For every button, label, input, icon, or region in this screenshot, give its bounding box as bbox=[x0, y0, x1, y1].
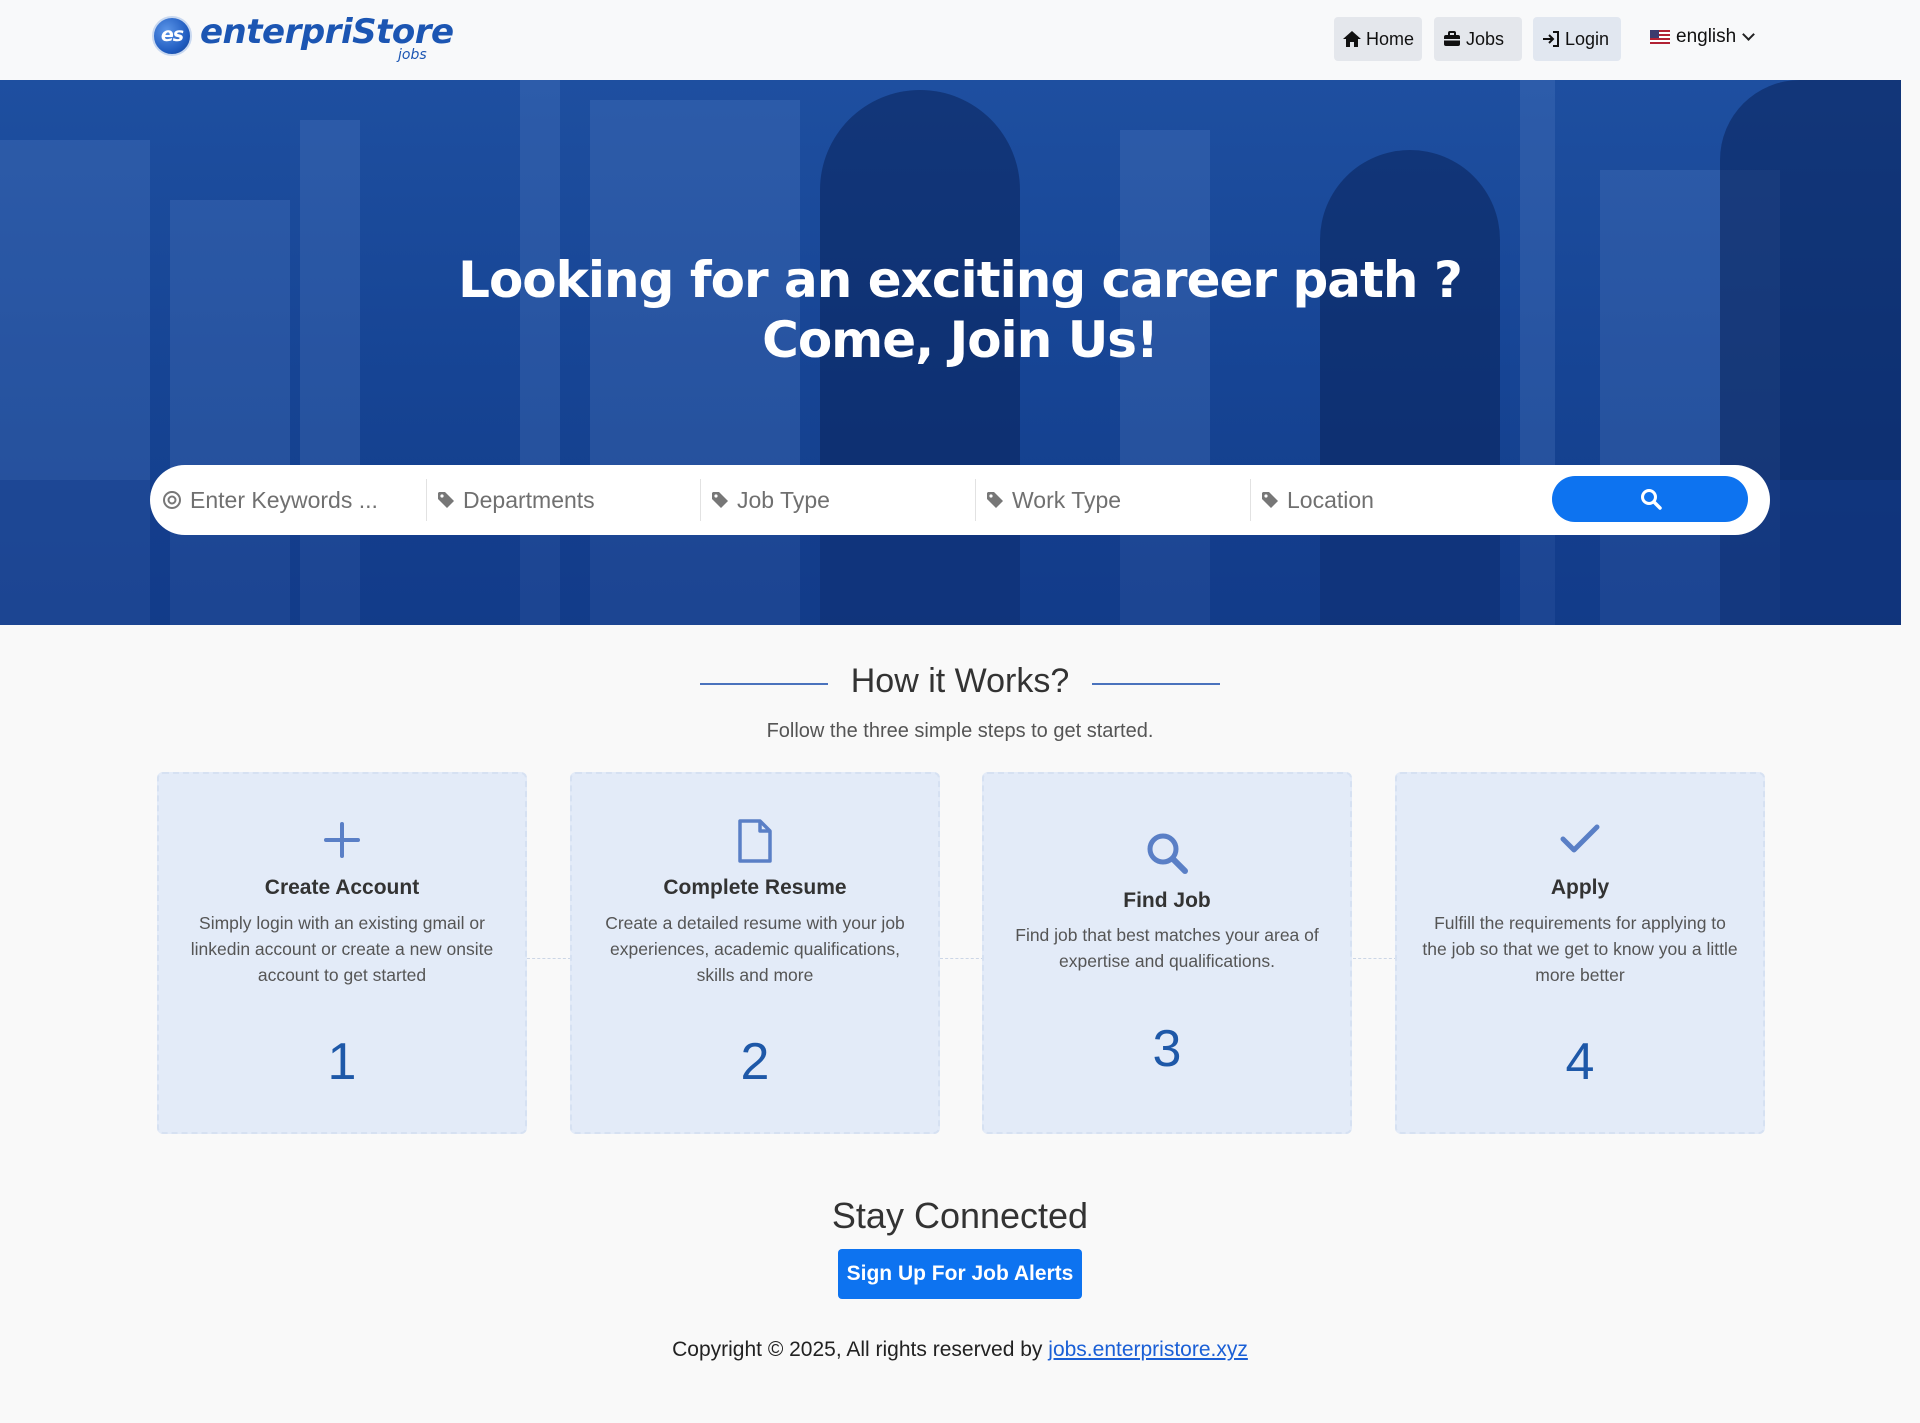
departments-select[interactable]: Departments bbox=[426, 479, 698, 521]
job-search-bar: Enter Keywords ... Departments Job Type … bbox=[150, 465, 1770, 535]
step-connector bbox=[527, 958, 571, 959]
title-line-right bbox=[1092, 683, 1220, 685]
hero-banner: Looking for an exciting career path ? Co… bbox=[0, 80, 1901, 625]
language-label: english bbox=[1676, 26, 1737, 47]
how-it-works-title: How it Works? bbox=[850, 662, 1070, 700]
job-type-select[interactable]: Job Type bbox=[700, 479, 972, 521]
footer: Copyright © 2025, All rights reserved by… bbox=[0, 1338, 1920, 1362]
check-icon bbox=[1560, 824, 1600, 853]
sign-in-icon bbox=[1543, 31, 1559, 47]
tag-icon bbox=[1262, 492, 1278, 508]
location-select[interactable]: Location bbox=[1250, 479, 1522, 521]
step-title: Complete Resume bbox=[663, 876, 847, 899]
stay-connected-title: Stay Connected bbox=[831, 1195, 1089, 1236]
step-number: 2 bbox=[740, 1033, 770, 1091]
nav-login-label: Login bbox=[1565, 28, 1610, 49]
tag-icon bbox=[987, 492, 1003, 508]
job-alerts-signup-button[interactable]: Sign Up For Job Alerts bbox=[838, 1249, 1082, 1299]
logo-badge: es bbox=[152, 16, 192, 56]
step-connector bbox=[940, 958, 984, 959]
how-it-works-subtitle: Follow the three simple steps to get sta… bbox=[766, 720, 1154, 742]
file-icon bbox=[738, 819, 772, 863]
logo-subtitle: jobs bbox=[398, 47, 427, 63]
step-description: Create a detailed resume with your job e… bbox=[605, 913, 905, 985]
step-description: Find job that best matches your area of … bbox=[1015, 925, 1319, 971]
location-label: Location bbox=[1287, 486, 1374, 513]
step-title: Apply bbox=[1550, 876, 1610, 899]
step-card-apply: Apply Fulfill the requirements for apply… bbox=[1395, 772, 1765, 1134]
plus-icon bbox=[324, 822, 360, 858]
copyright-text: Copyright © 2025, All rights reserved by bbox=[672, 1338, 1043, 1361]
nav-home-label: Home bbox=[1365, 28, 1414, 49]
step-connector bbox=[1353, 958, 1397, 959]
hero-subtitle: Come, Join Us! bbox=[762, 311, 1159, 369]
nav-home-button[interactable]: Home bbox=[1334, 17, 1422, 61]
step-card-find-job: Find Job Find job that best matches your… bbox=[982, 772, 1352, 1134]
tag-icon bbox=[712, 492, 728, 508]
nav-jobs-button[interactable]: Jobs bbox=[1434, 17, 1522, 61]
top-navbar: es enterpriStore jobs Home Jobs Login en… bbox=[0, 0, 1920, 80]
nav-login-button[interactable]: Login bbox=[1533, 17, 1621, 61]
keywords-placeholder: Enter Keywords ... bbox=[190, 486, 378, 513]
language-selector[interactable]: english bbox=[1650, 26, 1756, 48]
work-type-select[interactable]: Work Type bbox=[975, 479, 1247, 521]
step-number: 4 bbox=[1565, 1033, 1595, 1091]
briefcase-icon bbox=[1444, 31, 1460, 46]
nav-jobs-label: Jobs bbox=[1466, 28, 1505, 49]
site-link[interactable]: jobs.enterpristore.xyz bbox=[1048, 1338, 1248, 1361]
tag-icon bbox=[438, 492, 454, 508]
chevron-down-icon bbox=[1742, 28, 1756, 41]
step-title: Find Job bbox=[1123, 889, 1211, 912]
step-description: Simply login with an existing gmail or l… bbox=[190, 913, 494, 985]
work-type-label: Work Type bbox=[1012, 486, 1122, 513]
target-icon bbox=[163, 491, 181, 509]
step-number: 3 bbox=[1152, 1020, 1182, 1078]
step-card-complete-resume: Complete Resume Create a detailed resume… bbox=[570, 772, 940, 1134]
step-number: 1 bbox=[327, 1033, 357, 1091]
step-card-create-account: Create Account Simply login with an exis… bbox=[157, 772, 527, 1134]
home-icon bbox=[1342, 31, 1361, 47]
logo-wordmark: enterpriStore bbox=[200, 12, 454, 52]
step-description: Fulfill the requirements for applying to… bbox=[1422, 913, 1738, 985]
search-icon bbox=[1641, 489, 1662, 510]
step-title: Create Account bbox=[264, 876, 420, 899]
keywords-input[interactable]: Enter Keywords ... bbox=[162, 479, 424, 521]
hero-title: Looking for an exciting career path ? bbox=[458, 251, 1463, 309]
search-icon bbox=[1147, 833, 1188, 874]
site-logo[interactable]: es enterpriStore jobs bbox=[150, 12, 454, 68]
us-flag-icon bbox=[1650, 30, 1670, 44]
search-button[interactable] bbox=[1552, 476, 1748, 522]
job-type-label: Job Type bbox=[737, 486, 830, 513]
departments-label: Departments bbox=[463, 486, 595, 513]
